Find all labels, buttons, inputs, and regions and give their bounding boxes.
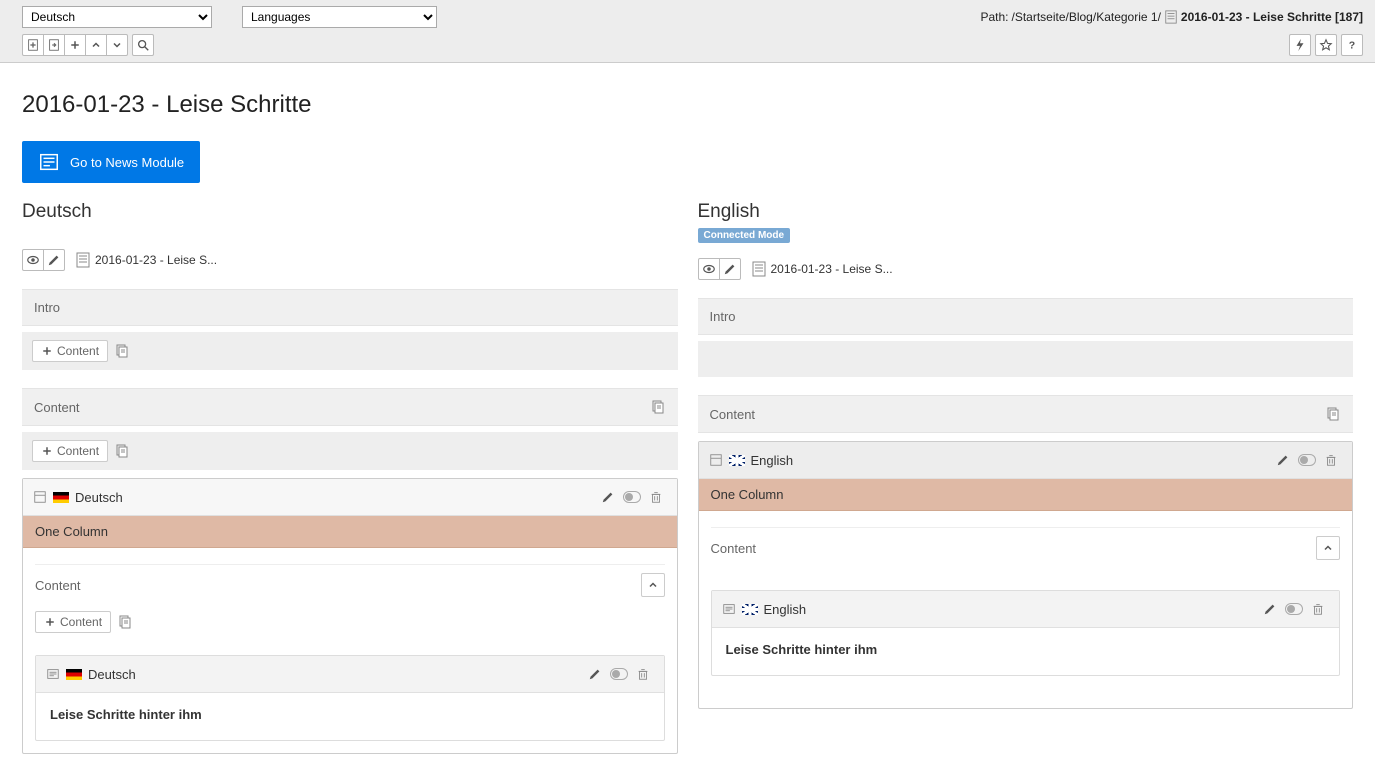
delete-icon[interactable] xyxy=(1320,450,1342,470)
connected-mode-badge: Connected Mode xyxy=(698,228,791,243)
down-icon[interactable] xyxy=(106,34,128,56)
body-text: Leise Schritte hinter ihm xyxy=(712,628,1340,675)
view-record-button[interactable] xyxy=(698,258,720,280)
paste-icon[interactable] xyxy=(114,343,130,359)
section-intro: Intro xyxy=(22,289,678,326)
toggle-icon[interactable] xyxy=(621,487,643,507)
language-select[interactable]: Deutsch xyxy=(22,6,212,28)
edit-page-icon[interactable] xyxy=(43,34,65,56)
edit-record-button[interactable] xyxy=(719,258,741,280)
add-content-button[interactable]: Content xyxy=(35,611,111,633)
plus-icon xyxy=(44,616,56,628)
text-icon xyxy=(46,667,60,681)
section-intro: Intro xyxy=(698,298,1354,335)
layout-icon xyxy=(33,490,47,504)
text-element-en: English Leise Schritte hinter ihm xyxy=(711,590,1341,676)
inner-lang-label: English xyxy=(764,602,807,617)
search-button[interactable] xyxy=(132,34,154,56)
paste-icon[interactable] xyxy=(650,399,666,415)
go-to-news-button[interactable]: Go to News Module xyxy=(22,141,200,183)
panel-lang-label: English xyxy=(751,453,794,468)
section-content: Content xyxy=(698,395,1354,433)
text-icon xyxy=(722,602,736,616)
paste-icon[interactable] xyxy=(1325,406,1341,422)
page-title: 2016-01-23 - Leise Schritte xyxy=(22,91,1353,119)
column-heading-en: English xyxy=(698,201,1354,223)
toggle-icon[interactable] xyxy=(1296,450,1318,470)
help-icon[interactable] xyxy=(1341,34,1363,56)
flag-en-icon xyxy=(742,604,758,615)
paste-icon[interactable] xyxy=(117,614,133,630)
column-en: English Connected Mode 2016-01-23 - Leis… xyxy=(698,201,1354,754)
path-segments[interactable]: /Startseite/Blog/Kategorie 1/ xyxy=(1011,10,1160,24)
content-sub-label: Content xyxy=(711,541,757,556)
document-icon xyxy=(751,261,767,277)
add-content-button[interactable]: Content xyxy=(32,440,108,462)
edit-icon[interactable] xyxy=(1272,450,1294,470)
flag-de-icon xyxy=(53,492,69,503)
new-page-icon[interactable] xyxy=(22,34,44,56)
flag-en-icon xyxy=(729,455,745,466)
delete-icon[interactable] xyxy=(645,487,667,507)
record-title[interactable]: 2016-01-23 - Leise S... xyxy=(771,262,893,276)
plus-icon xyxy=(41,445,53,457)
panel-lang-label: Deutsch xyxy=(75,490,123,505)
delete-icon[interactable] xyxy=(632,664,654,684)
column-de: Deutsch 2016-01-23 - Leise S... Intro Co… xyxy=(22,201,678,754)
path-label: Path: xyxy=(980,10,1008,24)
topbar: Deutsch Languages Path: /Startseite/Blog… xyxy=(0,0,1375,63)
edit-icon[interactable] xyxy=(1259,599,1281,619)
toggle-icon[interactable] xyxy=(1283,599,1305,619)
path-current: 2016-01-23 - Leise Schritte [187] xyxy=(1181,10,1363,24)
delete-icon[interactable] xyxy=(1307,599,1329,619)
add-content-button[interactable]: Content xyxy=(32,340,108,362)
one-column-header: One Column xyxy=(23,516,677,548)
mode-select[interactable]: Languages xyxy=(242,6,437,28)
inner-lang-label: Deutsch xyxy=(88,667,136,682)
up-icon[interactable] xyxy=(85,34,107,56)
document-icon xyxy=(75,252,91,268)
add-icon[interactable] xyxy=(64,34,86,56)
section-content: Content xyxy=(22,388,678,426)
collapse-button[interactable] xyxy=(1316,536,1340,560)
news-icon xyxy=(38,151,60,173)
one-column-header: One Column xyxy=(699,479,1353,511)
bookmark-icon[interactable] xyxy=(1315,34,1337,56)
toggle-icon[interactable] xyxy=(608,664,630,684)
text-element-de: Deutsch Leise Schritte hinter ihm xyxy=(35,655,665,741)
layout-icon xyxy=(709,453,723,467)
edit-icon[interactable] xyxy=(584,664,606,684)
flag-de-icon xyxy=(66,669,82,680)
edit-icon[interactable] xyxy=(597,487,619,507)
content-sub-label: Content xyxy=(35,578,81,593)
edit-record-button[interactable] xyxy=(43,249,65,271)
collapse-button[interactable] xyxy=(641,573,665,597)
content-panel-de: Deutsch One Column Content xyxy=(22,478,678,754)
body-text: Leise Schritte hinter ihm xyxy=(36,693,664,740)
paste-icon[interactable] xyxy=(114,443,130,459)
record-title[interactable]: 2016-01-23 - Leise S... xyxy=(95,253,217,267)
document-icon xyxy=(1164,10,1178,24)
column-heading-de: Deutsch xyxy=(22,201,678,223)
view-record-button[interactable] xyxy=(22,249,44,271)
content-panel-en: English One Column Content xyxy=(698,441,1354,709)
cache-icon[interactable] xyxy=(1289,34,1311,56)
breadcrumb: Path: /Startseite/Blog/Kategorie 1/ 2016… xyxy=(980,10,1363,24)
plus-icon xyxy=(41,345,53,357)
